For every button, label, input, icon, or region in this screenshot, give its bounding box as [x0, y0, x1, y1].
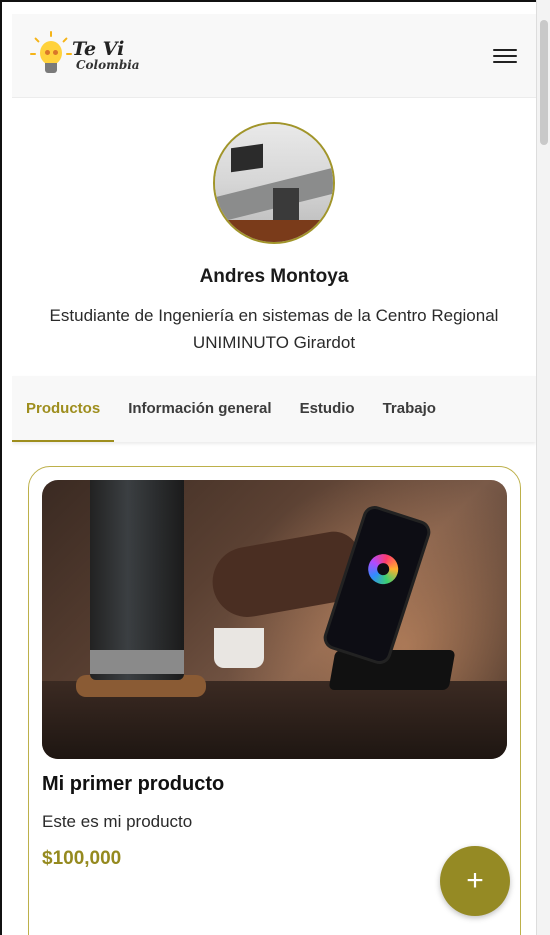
brand-name: Te Vi	[72, 38, 125, 60]
avatar	[213, 122, 335, 244]
tab-informacion-general[interactable]: Información general	[114, 376, 285, 442]
tab-trabajo[interactable]: Trabajo	[369, 376, 450, 442]
brand-logo[interactable]: Te Vi Colombia	[30, 30, 140, 81]
brand-subtitle: Colombia	[76, 58, 140, 72]
menu-icon[interactable]	[492, 46, 518, 66]
profile-name: Andres Montoya	[199, 266, 349, 287]
tab-productos[interactable]: Productos	[12, 376, 115, 442]
product-title: Mi primer producto	[42, 773, 225, 795]
add-icon: +	[466, 864, 484, 897]
app: Te Vi Colombia Andres Montoya Estudiante…	[12, 14, 536, 935]
tab-estudio[interactable]: Estudio	[286, 376, 369, 442]
scrollbar-thumb[interactable]	[540, 20, 548, 145]
product-price: $100,000	[42, 848, 122, 869]
brand-wordmark: Te Vi Colombia	[72, 38, 140, 72]
product-description: Este es mi producto	[42, 812, 193, 831]
profile-section: Andres Montoya Estudiante de Ingeniería …	[12, 98, 536, 356]
profile-tabs: Productos Información general Estudio Tr…	[12, 376, 536, 442]
scrollbar[interactable]	[536, 0, 550, 935]
lightbulb-logo-icon	[30, 30, 72, 81]
profile-bio: Estudiante de Ingeniería en sistemas de …	[49, 306, 499, 352]
product-image	[42, 480, 507, 759]
top-navbar: Te Vi Colombia	[12, 14, 536, 98]
add-product-button[interactable]: +	[440, 846, 510, 916]
